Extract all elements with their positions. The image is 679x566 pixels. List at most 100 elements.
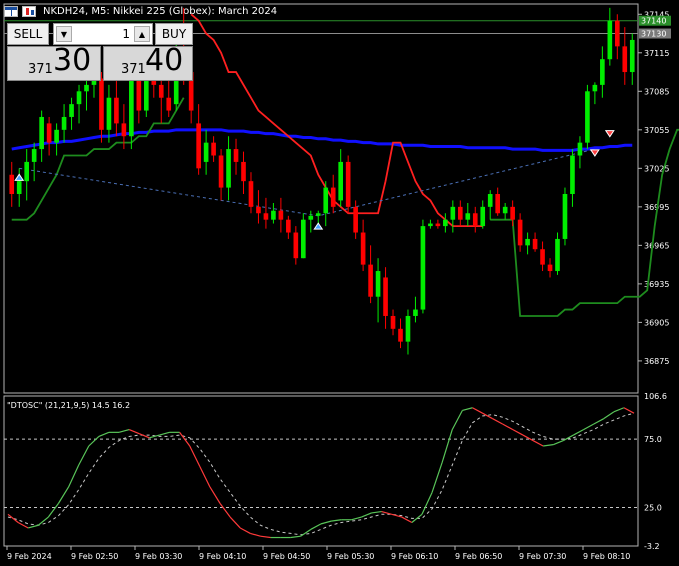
candle-body: [24, 161, 30, 182]
candle-body: [510, 206, 515, 220]
price-axis-label: 37055: [644, 126, 669, 135]
candle-body: [286, 219, 291, 233]
price-badge-label: 37130: [641, 30, 666, 39]
candle-body: [368, 264, 373, 297]
trailing-stop-red: [190, 13, 483, 228]
time-axis-label: 9 Feb 03:30: [135, 552, 182, 561]
candle-body: [495, 194, 501, 214]
oscillator-main-line: [593, 418, 604, 425]
candle-body: [278, 210, 284, 220]
oscillator-main-line: [128, 429, 140, 435]
candle-body: [525, 238, 530, 246]
ma-line: [11, 128, 633, 152]
oscillator-main-line: [310, 523, 322, 530]
candle-body: [256, 206, 261, 214]
candle-body: [330, 187, 336, 207]
oscillator-main-line: [492, 418, 504, 425]
candle-body: [241, 161, 246, 182]
candle-body: [622, 46, 628, 73]
signal-arrow-up-icon: [14, 173, 25, 181]
candle-body: [435, 223, 441, 227]
oscillator-main-line: [118, 429, 130, 433]
time-axis-label: 9 Feb 04:50: [263, 552, 310, 561]
time-axis-label: 9 Feb 05:30: [327, 552, 374, 561]
oscillator-main-line: [179, 431, 191, 447]
oscillator-main-line: [441, 429, 453, 463]
candle-body: [375, 271, 381, 297]
candle-body: [413, 309, 418, 316]
time-axis-label: 9 Feb 08:10: [583, 552, 630, 561]
candle-body: [248, 181, 254, 207]
oscillator-main-line: [290, 535, 301, 539]
candle-body: [398, 328, 403, 342]
oscillator-main-line: [98, 431, 110, 437]
oscillator-main-line: [320, 520, 332, 525]
candle-body: [480, 206, 486, 227]
candle-body: [271, 210, 276, 220]
candle-body: [39, 116, 44, 150]
candle-body: [585, 91, 590, 143]
volume-up-icon[interactable]: ▲: [134, 26, 150, 42]
oscillator-main-line: [451, 410, 463, 430]
oscillator-main-line: [7, 513, 19, 523]
candle-body: [457, 206, 463, 220]
price-axis-label: 37115: [644, 49, 669, 58]
candle-body: [114, 97, 119, 124]
signal-arrow-down-icon: [604, 130, 615, 138]
candle-body: [360, 232, 366, 265]
candle-body: [211, 142, 216, 156]
candle-body: [315, 213, 321, 216]
oscillator-main-line: [563, 434, 574, 442]
volume-input[interactable]: 1: [122, 27, 130, 41]
oscillator-main-line: [543, 444, 554, 447]
candle-body: [390, 315, 396, 329]
candle-body: [293, 232, 299, 259]
oscillator-main-line: [553, 439, 564, 446]
sell-button[interactable]: SELL: [7, 23, 49, 45]
candle-body: [570, 155, 575, 195]
candle-body: [99, 78, 104, 130]
bid-price[interactable]: 371 30: [7, 43, 101, 81]
candle-body: [592, 84, 598, 92]
oscillator-main-line: [421, 492, 433, 515]
oscillator-axis-label: -3.2: [644, 542, 660, 551]
bid-price-prefix: 371: [28, 62, 53, 77]
candle-body: [76, 91, 82, 105]
oscillator-main-line: [573, 429, 584, 436]
candle-body: [84, 84, 89, 92]
ask-price[interactable]: 371 40: [103, 43, 193, 81]
candle-body: [353, 206, 358, 233]
candle-body: [472, 213, 478, 227]
volume-stepper[interactable]: ▼ 1 ▲: [53, 23, 153, 45]
candle-body: [532, 238, 538, 250]
oscillator-main-line: [88, 436, 100, 447]
oscillator-signal-line: [7, 412, 635, 536]
oscillator-main-line: [47, 503, 59, 518]
candle-body: [16, 181, 22, 195]
oscillator-main-line: [431, 462, 443, 493]
candle-body: [46, 123, 52, 143]
candle-body: [69, 104, 74, 117]
signal-arrow-up-icon: [313, 222, 324, 230]
candle-body: [31, 149, 37, 162]
bid-price-pips: 30: [53, 43, 92, 78]
price-badge-label: 37140: [641, 17, 666, 26]
candle-body: [233, 149, 239, 162]
candle-body: [121, 123, 127, 137]
oscillator-main-line: [583, 423, 594, 431]
oscillator-main-line: [512, 429, 524, 436]
oscillator-axis-label: 75.0: [644, 435, 662, 444]
ask-price-pips: 40: [145, 43, 184, 78]
candle-body: [300, 219, 306, 259]
candle-body: [9, 174, 15, 195]
candle-body: [600, 59, 605, 85]
oscillator-main-line: [219, 503, 231, 518]
time-axis-label: 9 Feb 06:10: [391, 552, 438, 561]
candle-body: [106, 97, 112, 130]
candle-body: [218, 155, 224, 188]
volume-down-icon[interactable]: ▼: [56, 26, 72, 42]
buy-button[interactable]: BUY: [155, 23, 193, 45]
oscillator-main-line: [532, 440, 544, 447]
oscillator-main-line: [189, 445, 201, 467]
chart-canvas[interactable]: 3714537115370853705537025369953696536935…: [0, 0, 679, 566]
